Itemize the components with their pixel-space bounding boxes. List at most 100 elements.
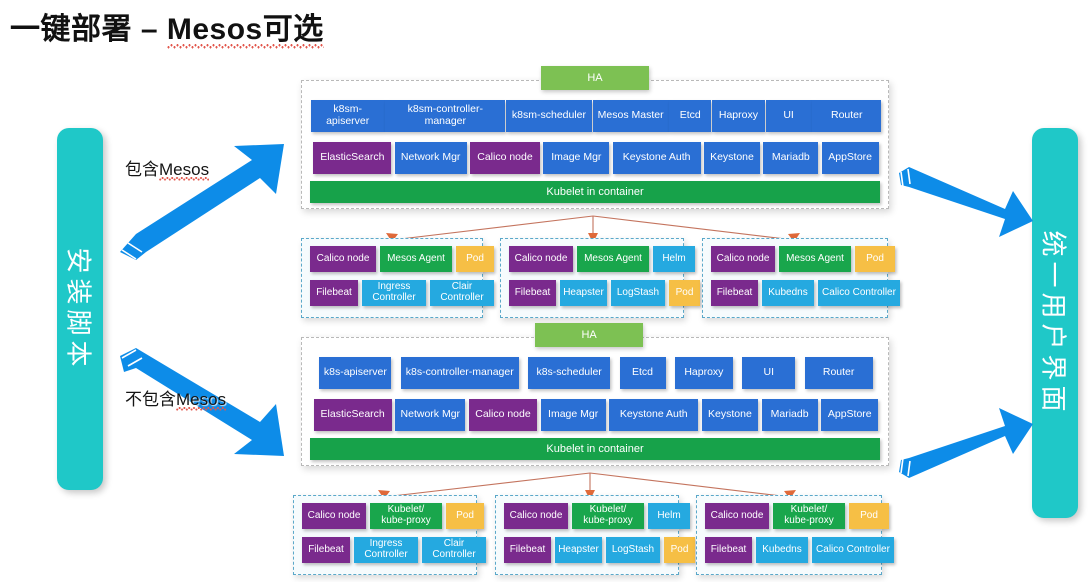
k8s-node-2: Calico node Kubelet/kube-proxy Helm Filebe… [495,495,695,575]
mesos-node-1-chip-filebeat: Filebeat [310,280,358,306]
k8s-to-ui-arrow [895,400,1035,480]
mesos-master-cell-k8sm-controller-manager: k8sm-controller-manager [385,100,506,132]
without-mesos-label: 不包含Mesos [125,385,227,410]
k8s-ha-label: HA [581,329,597,341]
mesos-master-cell-appstore: AppStore [821,142,879,174]
k8s-node-3-row-2: Filebeat Kubedns Calico Controller [705,537,894,563]
mesos-node-1-chip-clair-controller: Clair Controller [430,280,494,306]
mesos-master-cell-k8sm-apiserver: k8sm-apiserver [310,100,385,132]
mesos-node-1-row-2: Filebeat Ingress Controller Clair Controller [310,280,494,306]
without-mesos-label-plain: 不包含 [125,390,176,409]
k8s-master-cell-k8s-apiserver: k8s-apiserver [319,357,392,389]
mesos-node-3-chip-filebeat: Filebeat [711,280,758,306]
k8s-node-2-chip-helm: Helm [648,503,690,529]
k8s-master-cell-keystone: Keystone [701,399,758,431]
mesos-master-cell-mesos-master: Mesos Master [592,100,669,132]
mesos-node-3-chip-kubedns: Kubedns [762,280,814,306]
mesos-node-2-chip-logstash: LogStash [611,280,665,306]
k8s-node-3-chip-kubelet-kube-proxy: Kubelet/kube-proxy [773,503,845,529]
mesos-master-cell-elasticsearch: ElasticSearch [313,142,392,174]
k8s-node-3: Calico node Kubelet/kube-proxy Pod Filebea… [696,495,894,575]
k8s-master-cell-calico-node: Calico node [468,399,537,431]
k8s-node-2-row-1: Calico node Kubelet/kube-proxy Helm [504,503,690,529]
mesos-node-1-chip-calico-node: Calico node [310,246,376,272]
k8s-master-cell-k8s-scheduler: k8s-scheduler [528,357,611,389]
k8s-kubelet-bar: Kubelet in container [310,438,880,460]
k8s-master-row-2: ElasticSearch Network Mgr Calico node Image… [302,399,888,431]
mesos-node-2-chip-calico-node: Calico node [509,246,573,272]
mesos-kubelet-bar: Kubelet in container [310,181,880,203]
mesos-node-3-chip-calico-controller: Calico Controller [818,280,900,306]
mesos-kubelet-label: Kubelet in container [546,186,644,198]
k8s-master-cell-etcd: Etcd [619,357,666,389]
k8s-node-1-chip-clair-controller: Clair Controller [422,537,486,563]
unified-ui-bar: 统一用户界面 [1032,128,1078,518]
k8s-node-1-row-1: Calico node Kubelet/kube-proxy Pod [302,503,484,529]
k8s-master-cell-appstore: AppStore [821,399,879,431]
mesos-node-2-chip-filebeat: Filebeat [509,280,556,306]
k8s-node-3-chip-filebeat: Filebeat [705,537,752,563]
k8s-node-2-row-2: Filebeat Heapster LogStash Pod [504,537,695,563]
mesos-node-3-chip-mesos-agent: Mesos Agent [779,246,851,272]
mesos-node-1-chip-ingress-controller: Ingress Controller [362,280,426,306]
k8s-node-3-chip-kubedns: Kubedns [756,537,808,563]
mesos-node-3-row-1: Calico node Mesos Agent Pod [711,246,895,272]
mesos-master-panel: HA k8sm-apiserver k8sm-controller-manager… [301,66,889,209]
k8s-master-cell-elasticsearch: ElasticSearch [313,399,392,431]
with-mesos-label-plain: 包含 [125,160,159,179]
mesos-to-ui-arrow [895,165,1035,245]
k8s-ha-badge: HA [535,323,644,347]
mesos-master-cell-mariadb: Mariadb [763,142,819,174]
mesos-master-cell-etcd: Etcd [669,100,712,132]
install-script-bar: 安装脚本 [57,128,103,490]
mesos-master-cell-ui: UI [765,100,812,132]
mesos-node-3-chip-calico-node: Calico node [711,246,775,272]
mesos-node-2-row-2: Filebeat Heapster LogStash Pod [509,280,700,306]
k8s-node-3-row-1: Calico node Kubelet/kube-proxy Pod [705,503,889,529]
page-title: 一键部署 – Mesos可选 [10,4,324,48]
k8s-node-2-chip-kubelet-kube-proxy: Kubelet/kube-proxy [572,503,644,529]
mesos-node-3-chip-pod: Pod [855,246,895,272]
page-title-plain: 一键部署 – [10,13,167,46]
k8s-master-cell-mariadb: Mariadb [761,399,818,431]
mesos-master-row-1: k8sm-apiserver k8sm-controller-manager k8s… [302,100,888,132]
mesos-node-1-chip-mesos-agent: Mesos Agent [380,246,452,272]
with-mesos-label-underlined: Mesos [159,160,210,179]
mesos-master-row-2: ElasticSearch Network Mgr Calico node Image… [302,142,888,174]
mesos-node-2-chip-pod: Pod [669,280,700,306]
k8s-node-1-chip-ingress-controller: Ingress Controller [354,537,418,563]
mesos-node-2-chip-helm: Helm [653,246,695,272]
mesos-node-2-chip-heapster: Heapster [560,280,607,306]
k8s-node-3-chip-pod: Pod [849,503,889,529]
install-script-bar-label: 安装脚本 [63,246,94,372]
mesos-node-1: Calico node Mesos Agent Pod Filebeat Ingres… [301,238,494,318]
mesos-node-2-row-1: Calico node Mesos Agent Helm [509,246,695,272]
k8s-master-cell-router: Router [804,357,873,389]
mesos-master-cell-haproxy: Haproxy [711,100,765,132]
k8s-node-1-chip-calico-node: Calico node [302,503,366,529]
k8s-master-cell-ui: UI [742,357,796,389]
mesos-ha-label: HA [587,72,603,84]
mesos-master-cell-k8sm-scheduler: k8sm-scheduler [505,100,592,132]
mesos-node-3-row-2: Filebeat Kubedns Calico Controller [711,280,900,306]
k8s-master-cell-image-mgr: Image Mgr [540,399,606,431]
k8s-node-2-chip-pod: Pod [664,537,695,563]
mesos-node-2-chip-mesos-agent: Mesos Agent [577,246,649,272]
k8s-node-2-chip-heapster: Heapster [555,537,602,563]
k8s-master-cell-keystone-auth: Keystone Auth [609,399,699,431]
mesos-node-2: Calico node Mesos Agent Helm Filebeat Heaps… [500,238,700,318]
k8s-node-2-chip-logstash: LogStash [606,537,660,563]
mesos-node-3: Calico node Mesos Agent Pod Filebeat Kubedn… [702,238,900,318]
mesos-node-1-chip-pod: Pod [456,246,494,272]
k8s-master-row-1: k8s-apiserver k8s-controller-manager k8s-s… [302,357,888,389]
k8s-node-2-chip-calico-node: Calico node [504,503,568,529]
k8s-node-3-chip-calico-controller: Calico Controller [812,537,894,563]
without-mesos-label-underlined: Mesos [176,390,227,409]
mesos-master-cell-calico-node: Calico node [469,142,540,174]
k8s-node-1-chip-filebeat: Filebeat [302,537,350,563]
with-mesos-label: 包含Mesos [125,155,210,180]
mesos-master-cell-keystone: Keystone [703,142,760,174]
mesos-master-cell-network-mgr: Network Mgr [394,142,467,174]
k8s-node-3-chip-calico-node: Calico node [705,503,769,529]
page-title-underlined: Mesos可选 [166,13,324,49]
